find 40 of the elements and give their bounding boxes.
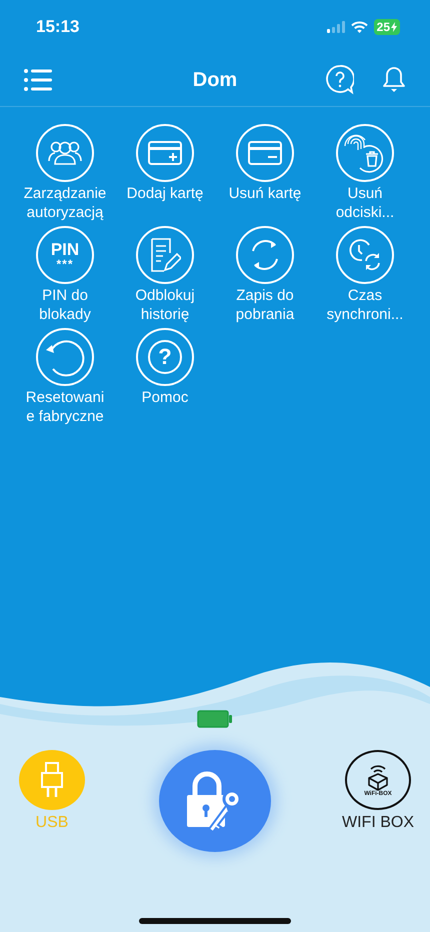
tile-button[interactable] [236,226,294,284]
bell-icon[interactable] [382,66,406,94]
screen-title: Dom [192,68,238,92]
tile-label: Usuń kartę [228,184,302,204]
battery-indicator: 25 [374,19,400,35]
tile-button[interactable] [36,328,94,386]
tile-label: Pomoc [142,388,188,408]
tile-label: Zarządzanie autoryzacją [22,184,108,223]
document-pencil-icon [149,237,181,273]
clock-sync-icon [348,239,382,271]
tile-button[interactable] [236,124,294,182]
tile-button[interactable] [336,226,394,284]
menu-icon[interactable] [24,68,52,92]
wifi-cube-icon [365,763,391,791]
status-time: 15:13 [36,17,80,37]
connection-label: USB [36,814,68,832]
usb-plug-icon [40,762,64,798]
connection-label: WIFI BOX [342,814,414,832]
tile-button[interactable] [136,226,194,284]
tile-label: Usuń odciski... [334,184,396,223]
tile-button[interactable]: PIN *** [36,226,94,284]
tile-label: Odblokuj historię [134,286,196,325]
card-plus-icon [148,141,182,165]
wifi-icon [350,21,368,33]
tile-button[interactable]: ? [136,328,194,386]
signal-icon [326,21,345,33]
people-icon [48,140,82,166]
card-minus-icon [248,141,282,165]
tile-button[interactable] [336,124,394,182]
tile-label: Czas synchroni... [326,286,404,325]
tile-button[interactable] [36,124,94,182]
tile-label: Dodaj kartę [126,184,204,204]
battery-icon [197,710,233,728]
pin-icon: PIN *** [50,240,80,270]
tile-label: PIN do blokady [38,286,92,325]
help-icon[interactable] [326,65,354,95]
help-icon: ? [148,340,182,374]
tile-label: Zapis do pobrania [234,286,296,325]
tile-button[interactable] [136,124,194,182]
tile-label: Resetowani e fabryczne [24,388,106,427]
